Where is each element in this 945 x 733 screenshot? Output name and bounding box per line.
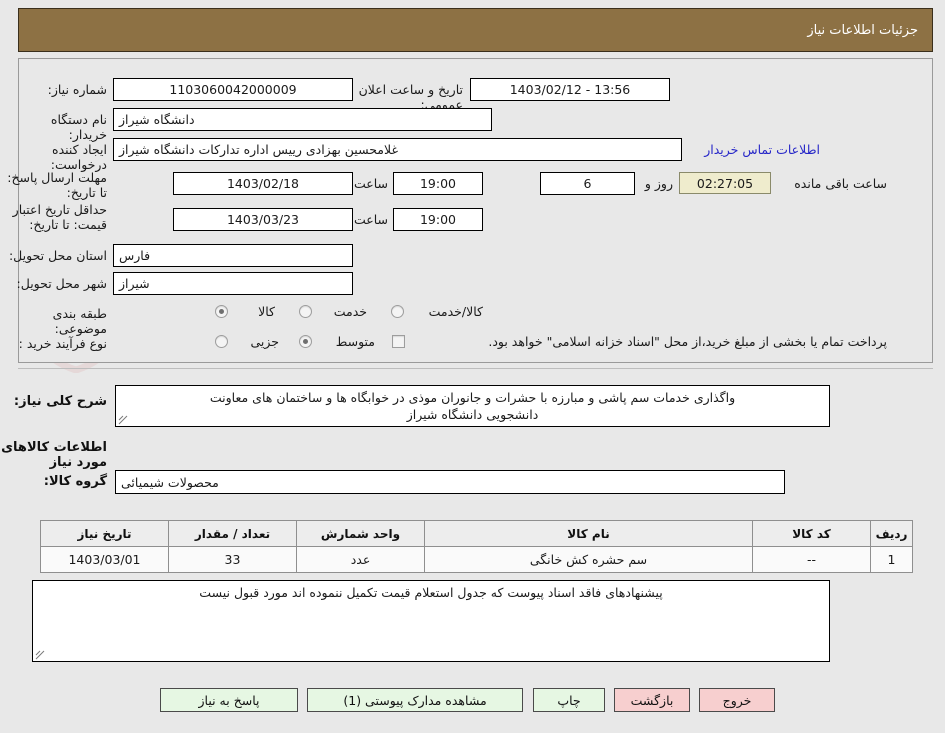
radio-category-kala[interactable]	[215, 305, 228, 318]
exit-button[interactable]: خروج	[699, 688, 775, 712]
delivery-province-field[interactable]: فارس	[113, 244, 353, 267]
public-announce-field[interactable]: 1403/02/12 - 13:56	[470, 78, 670, 101]
buyer-notes-textarea[interactable]: پیشنهادهای فاقد اسناد پیوست که جدول استع…	[32, 580, 830, 662]
view-attachments-button[interactable]: مشاهده مدارک پیوستی (1)	[307, 688, 523, 712]
column-header-need-date: تاریخ نیاز	[40, 520, 169, 547]
delivery-city-field[interactable]: شیراز	[113, 272, 353, 295]
validity-time-field[interactable]: 19:00	[393, 208, 483, 231]
remaining-time-label: ساعت باقی مانده	[794, 176, 887, 191]
cell-quantity: 33	[168, 546, 297, 573]
radio-category-kala-label: کالا	[258, 304, 275, 319]
treasury-documents-checkbox[interactable]	[392, 335, 405, 348]
need-description-line-2: دانشجویی دانشگاه شیراز	[406, 407, 539, 422]
page-root: AriaTender.net جزئیات اطلاعات نیاز شماره…	[0, 0, 945, 733]
validity-date-field[interactable]: 1403/03/23	[173, 208, 353, 231]
need-number-label: شماره نیاز:	[47, 82, 107, 97]
print-button[interactable]: چاپ	[533, 688, 605, 712]
table-header-row: ردیف کد کالا نام کالا واحد شمارش تعداد /…	[40, 520, 913, 547]
radio-category-khedmat[interactable]	[299, 305, 312, 318]
page-header-bar: جزئیات اطلاعات نیاز	[18, 8, 933, 52]
subject-category-label: طبقه بندی موضوعی:	[52, 306, 107, 336]
need-description-textarea[interactable]: واگذاری خدمات سم پاشی و مبارزه با حشرات …	[115, 385, 830, 427]
deadline-hour-label: ساعت	[353, 176, 388, 191]
buyer-org-label: نام دستگاه خریدار:	[50, 112, 107, 142]
table-row: 1 -- سم حشره کش خانگی عدد 33 1403/03/01	[40, 546, 913, 573]
goods-group-field[interactable]: محصولات شیمیائی	[115, 470, 785, 494]
column-header-goods-code: کد کالا	[752, 520, 871, 547]
buyer-contact-link[interactable]: اطلاعات تماس خریدار	[704, 142, 820, 157]
back-button[interactable]: بازگشت	[614, 688, 690, 712]
need-description-label: شرح کلی نیاز:	[13, 394, 107, 409]
need-number-field[interactable]: 1103060042000009	[113, 78, 353, 101]
price-validity-label: حداقل تاریخ اعتبار قیمت: تا تاریخ:	[12, 202, 107, 232]
respond-to-need-button[interactable]: پاسخ به نیاز	[160, 688, 298, 712]
cell-goods-code: --	[752, 546, 871, 573]
response-deadline-label: مهلت ارسال پاسخ: تا تاریخ:	[7, 170, 107, 200]
section-divider	[18, 368, 933, 369]
resize-grip-icon[interactable]	[35, 650, 45, 660]
request-creator-field[interactable]: غلامحسین بهزادی رییس اداره تدارکات دانشگ…	[113, 138, 682, 161]
delivery-city-label: شهر محل تحویل:	[16, 276, 107, 291]
page-title: جزئیات اطلاعات نیاز	[807, 22, 918, 38]
days-word-label: روز و	[644, 176, 673, 191]
cell-row-no: 1	[870, 546, 913, 573]
delivery-province-label: استان محل تحویل:	[8, 248, 107, 263]
radio-process-motavaset[interactable]	[299, 335, 312, 348]
column-header-goods-name: نام کالا	[424, 520, 753, 547]
deadline-date-field[interactable]: 1403/02/18	[173, 172, 353, 195]
buyer-notes-text: پیشنهادهای فاقد اسناد پیوست که جدول استع…	[199, 585, 663, 600]
cell-need-date: 1403/03/01	[40, 546, 169, 573]
radio-process-jozei-label: جزیی	[250, 334, 279, 349]
deadline-time-field[interactable]: 19:00	[393, 172, 483, 195]
column-header-unit: واحد شمارش	[296, 520, 425, 547]
radio-process-jozei[interactable]	[215, 335, 228, 348]
cell-goods-name: سم حشره کش خانگی	[424, 546, 753, 573]
need-description-line-1: واگذاری خدمات سم پاشی و مبارزه با حشرات …	[209, 390, 736, 405]
validity-hour-label: ساعت	[353, 212, 388, 227]
radio-category-kala-khedmat-label: کالا/خدمت	[428, 304, 483, 319]
radio-category-kala-khedmat[interactable]	[391, 305, 404, 318]
cell-unit: عدد	[296, 546, 425, 573]
countdown-timer: 02:27:05	[679, 172, 771, 194]
column-header-row-no: ردیف	[870, 520, 913, 547]
treasury-documents-label: پرداخت تمام یا بخشی از مبلغ خرید،از محل …	[488, 334, 887, 349]
purchase-process-label: نوع فرآیند خرید :	[18, 336, 107, 351]
goods-info-heading: اطلاعات کالاهای مورد نیاز	[1, 440, 107, 470]
radio-category-khedmat-label: خدمت	[333, 304, 367, 319]
radio-process-motavaset-label: متوسط	[335, 334, 375, 349]
column-header-quantity: تعداد / مقدار	[168, 520, 297, 547]
buyer-org-field[interactable]: دانشگاه شیراز	[113, 108, 492, 131]
goods-table: ردیف کد کالا نام کالا واحد شمارش تعداد /…	[40, 520, 913, 573]
days-remaining-field[interactable]: 6	[540, 172, 635, 195]
goods-group-label: گروه کالا:	[43, 474, 107, 489]
request-creator-label: ایجاد کننده درخواست:	[50, 142, 107, 172]
